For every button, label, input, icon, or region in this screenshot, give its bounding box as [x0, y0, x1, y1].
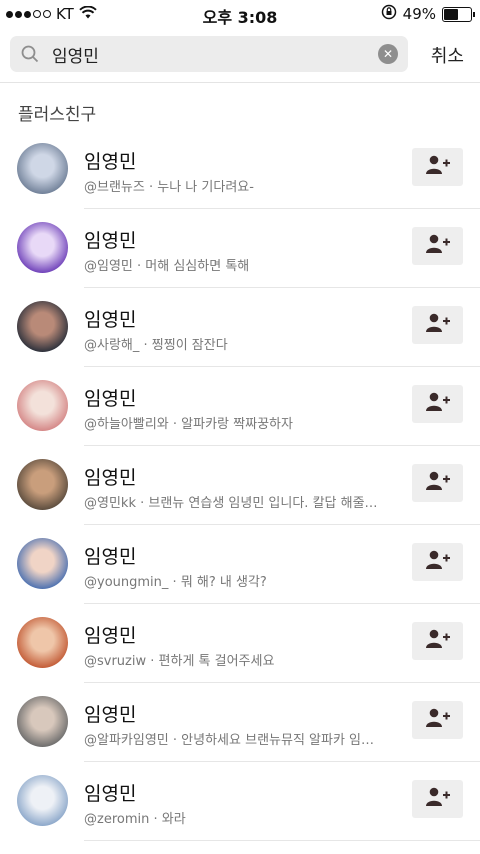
friend-handle: @브랜뉴즈	[84, 180, 145, 195]
friend-name: 임영민	[84, 309, 137, 331]
cancel-button[interactable]: 취소	[431, 42, 464, 68]
friend-subtitle: @브랜뉴즈 · 누나 나 기다려요-	[84, 176, 384, 195]
add-friend-icon	[425, 470, 451, 496]
separator: ·	[168, 733, 182, 748]
list-item[interactable]: 임영민 @브랜뉴즈 · 누나 나 기다려요-	[0, 130, 480, 209]
avatar[interactable]	[17, 617, 68, 668]
friend-handle: @하늘아빨리와	[84, 417, 169, 432]
friend-handle: @사랑해_	[84, 338, 140, 353]
result-list: 임영민 @브랜뉴즈 · 누나 나 기다려요- 임영민 @임영민 · 머해 심심하면 톡…	[0, 130, 480, 841]
search-box[interactable]: ✕	[10, 36, 408, 72]
separator: ·	[168, 575, 181, 590]
list-item[interactable]: 임영민 @임영민 · 머해 심심하면 톡해	[0, 209, 480, 288]
friend-name: 임영민	[84, 388, 137, 410]
clear-icon[interactable]: ✕	[378, 44, 398, 64]
add-friend-button[interactable]	[412, 227, 463, 265]
battery-level	[444, 8, 458, 20]
battery-icon	[442, 6, 475, 22]
friend-description: 머해 심심하면 톡해	[145, 259, 250, 274]
add-friend-button[interactable]	[412, 464, 463, 502]
friend-description: 찡찡이 잠잔다	[151, 338, 228, 353]
avatar[interactable]	[17, 538, 68, 589]
rotation-lock-icon	[381, 4, 397, 24]
separator: ·	[139, 338, 152, 353]
avatar[interactable]	[17, 222, 68, 273]
friend-name: 임영민	[84, 625, 137, 647]
friend-subtitle: @사랑해_ · 찡찡이 잠잔다	[84, 334, 384, 353]
list-item[interactable]: 임영민 @알파카임영민 · 안녕하세요 브랜뉴뮤직 알파카 임…	[0, 683, 480, 762]
add-friend-button[interactable]	[412, 701, 463, 739]
friend-subtitle: @svruziw · 편하게 톡 걸어주세요	[84, 650, 384, 669]
list-item[interactable]: 임영민 @영민kk · 브랜뉴 연습생 임녕민 입니다. 칼답 해줄…	[0, 446, 480, 525]
avatar[interactable]	[17, 301, 68, 352]
friend-description: 누나 나 기다려요-	[157, 180, 254, 195]
add-friend-button[interactable]	[412, 306, 463, 344]
search-icon	[20, 44, 40, 64]
friend-name: 임영민	[84, 151, 137, 173]
add-friend-button[interactable]	[412, 385, 463, 423]
friend-subtitle: @알파카임영민 · 안녕하세요 브랜뉴뮤직 알파카 임…	[84, 729, 384, 748]
add-friend-button[interactable]	[412, 622, 463, 660]
add-friend-icon	[425, 312, 451, 338]
add-friend-icon	[425, 786, 451, 812]
friend-name: 임영민	[84, 783, 137, 805]
friend-description: 편하게 톡 걸어주세요	[158, 654, 275, 669]
avatar[interactable]	[17, 459, 68, 510]
separator: ·	[135, 496, 149, 511]
friend-subtitle: @영민kk · 브랜뉴 연습생 임녕민 입니다. 칼답 해줄…	[84, 492, 384, 511]
friend-subtitle: @임영민 · 머해 심심하면 톡해	[84, 255, 384, 274]
section-title: 플러스친구	[18, 105, 97, 125]
friend-name: 임영민	[84, 230, 137, 252]
friend-handle: @youngmin_	[84, 575, 169, 590]
friend-handle: @임영민	[84, 259, 133, 274]
add-friend-icon	[425, 233, 451, 259]
add-friend-icon	[425, 628, 451, 654]
list-item[interactable]: 임영민 @svruziw · 편하게 톡 걸어주세요	[0, 604, 480, 683]
friend-subtitle: @하늘아빨리와 · 알파카랑 짝짜꿍하자	[84, 413, 384, 432]
divider	[0, 82, 480, 83]
status-right: 49%	[381, 4, 475, 24]
add-friend-button[interactable]	[412, 543, 463, 581]
friend-handle: @svruziw	[84, 654, 147, 669]
separator: ·	[144, 180, 158, 195]
search-row: ✕ 취소	[10, 36, 480, 72]
friend-subtitle: @youngmin_ · 뭐 해? 내 생각?	[84, 571, 384, 590]
friend-description: 와라	[161, 812, 186, 827]
friend-handle: @zeromin	[84, 812, 150, 827]
friend-description: 브랜뉴 연습생 임녕민 입니다. 칼답 해줄…	[148, 496, 378, 511]
list-item[interactable]: 임영민 @youngmin_ · 뭐 해? 내 생각?	[0, 525, 480, 604]
battery-percent: 49%	[402, 5, 436, 23]
friend-handle: @알파카임영민	[84, 733, 169, 748]
friend-handle: @영민kk	[84, 496, 136, 511]
add-friend-icon	[425, 707, 451, 733]
list-item[interactable]: 임영민 @하늘아빨리와 · 알파카랑 짝짜꿍하자	[0, 367, 480, 446]
add-friend-icon	[425, 391, 451, 417]
friend-description: 안녕하세요 브랜뉴뮤직 알파카 임…	[181, 733, 375, 748]
friend-description: 알파카랑 짝짜꿍하자	[181, 417, 293, 432]
separator: ·	[168, 417, 182, 432]
separator: ·	[146, 654, 159, 669]
friend-description: 뭐 해? 내 생각?	[180, 575, 267, 590]
friend-name: 임영민	[84, 467, 137, 489]
add-friend-icon	[425, 549, 451, 575]
friend-name: 임영민	[84, 546, 137, 568]
list-item[interactable]: 임영민 @사랑해_ · 찡찡이 잠잔다	[0, 288, 480, 367]
separator: ·	[149, 812, 162, 827]
add-friend-button[interactable]	[412, 780, 463, 818]
friend-name: 임영민	[84, 704, 137, 726]
avatar[interactable]	[17, 380, 68, 431]
friend-subtitle: @zeromin · 와라	[84, 808, 384, 827]
avatar[interactable]	[17, 143, 68, 194]
list-item[interactable]: 임영민 @zeromin · 와라	[0, 762, 480, 841]
search-input[interactable]	[50, 43, 354, 65]
avatar[interactable]	[17, 775, 68, 826]
add-friend-icon	[425, 154, 451, 180]
status-bar: KT 오후 3:08 49%	[0, 0, 480, 28]
separator: ·	[132, 259, 146, 274]
add-friend-button[interactable]	[412, 148, 463, 186]
avatar[interactable]	[17, 696, 68, 747]
